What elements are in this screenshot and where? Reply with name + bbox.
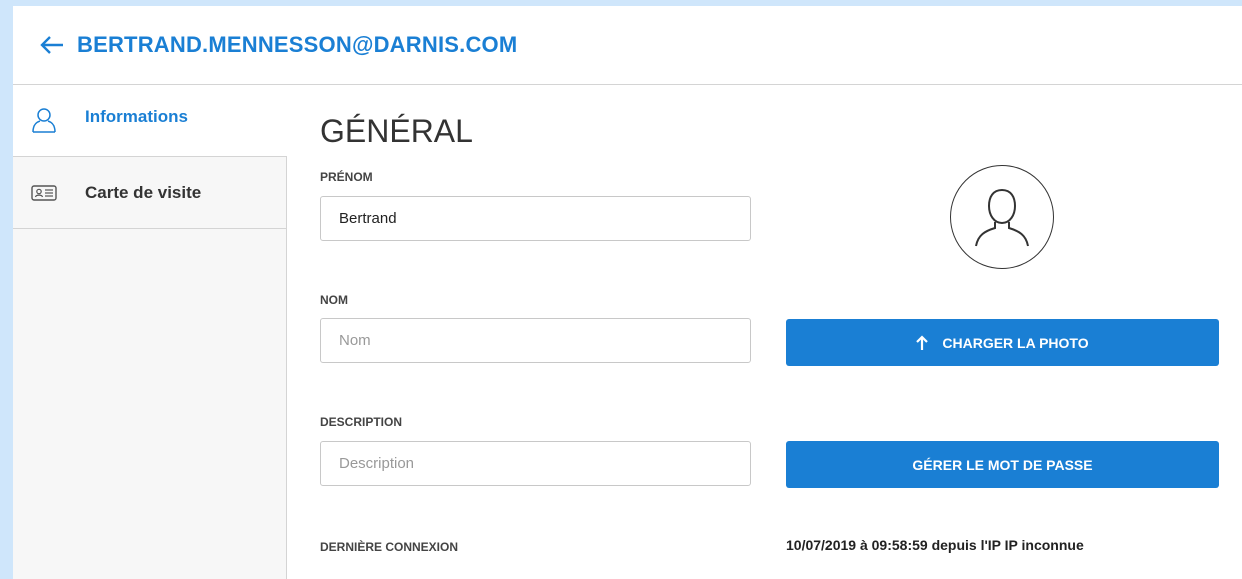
manage-password-button[interactable]: GÉRER LE MOT DE PASSE [786, 441, 1219, 488]
nom-label: NOM [320, 293, 348, 307]
sidebar: Informations Carte de visite [13, 85, 287, 579]
sidebar-item-label: Informations [85, 107, 188, 126]
section-title: GÉNÉRAL [320, 113, 473, 149]
id-card-icon [31, 184, 57, 201]
prenom-field[interactable] [320, 196, 751, 241]
last-connection-label: DERNIÈRE CONNEXION [320, 540, 459, 554]
sidebar-item-label: Carte de visite [85, 182, 202, 202]
upload-photo-label: CHARGER LA PHOTO [942, 334, 1089, 351]
sidebar-item-carte-de-visite[interactable]: Carte de visite [13, 157, 286, 229]
back-button[interactable] [37, 30, 67, 60]
description-label: DESCRIPTION [320, 415, 403, 429]
sidebar-item-informations[interactable]: Informations [13, 85, 287, 157]
user-outline-icon [32, 108, 56, 133]
page-title: BERTRAND.MENNESSON@DARNIS.COM [77, 32, 518, 57]
last-connection-value: 10/07/2019 à 09:58:59 depuis l'IP IP inc… [786, 537, 1084, 553]
page-header: BERTRAND.MENNESSON@DARNIS.COM [13, 6, 1242, 85]
description-field[interactable] [320, 441, 751, 486]
user-avatar-icon [975, 188, 1029, 247]
arrow-left-icon [40, 36, 63, 54]
arrow-up-icon [916, 334, 929, 351]
avatar [950, 165, 1054, 269]
nom-field[interactable] [320, 318, 751, 363]
upload-photo-button[interactable]: CHARGER LA PHOTO [786, 319, 1219, 366]
prenom-label: PRÉNOM [320, 170, 373, 184]
